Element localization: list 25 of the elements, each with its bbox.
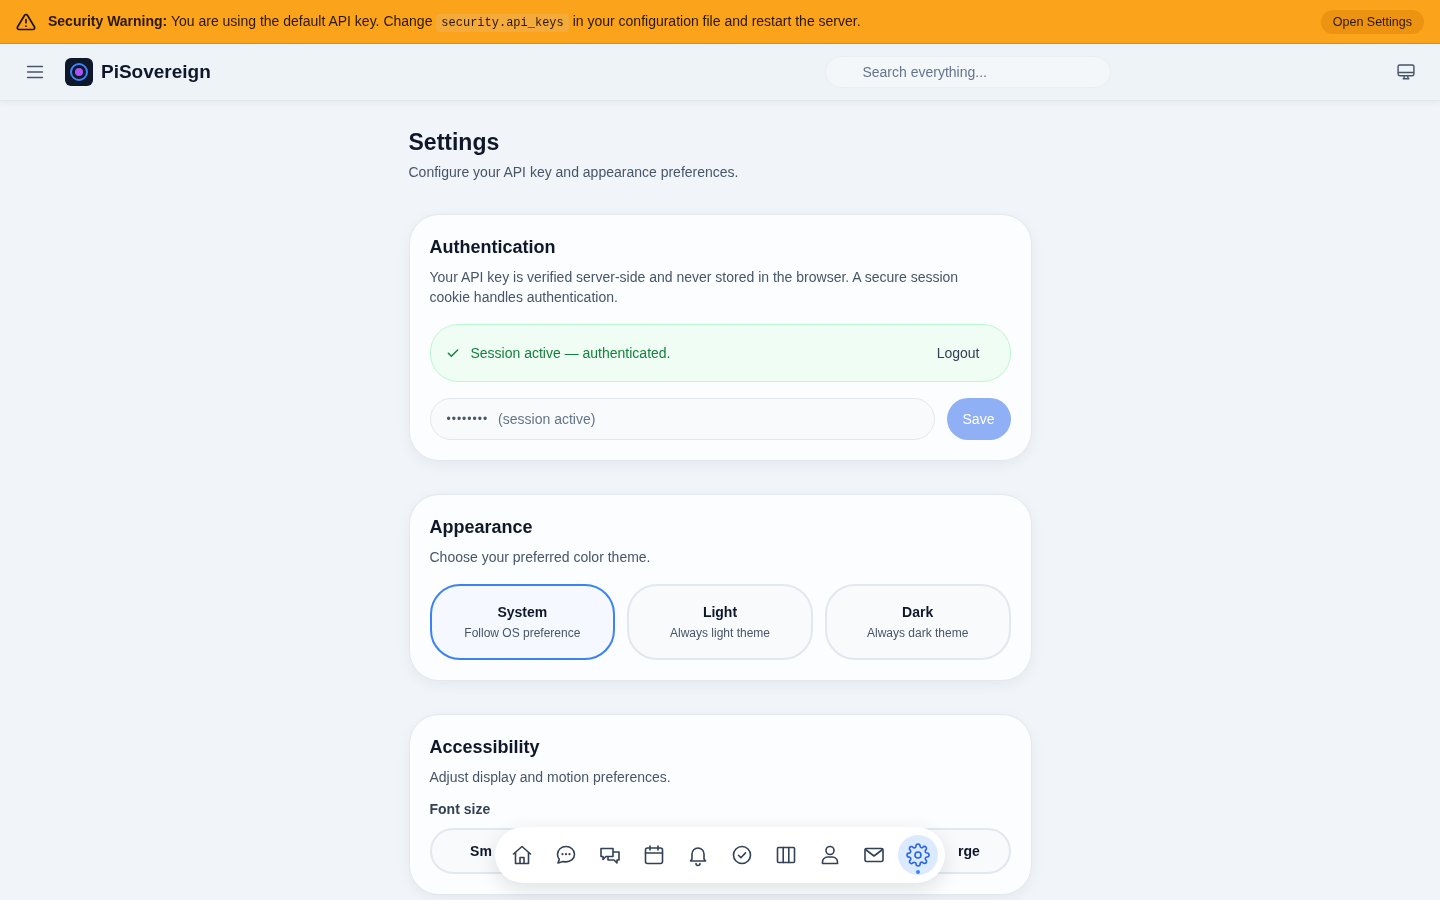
open-settings-button[interactable]: Open Settings — [1320, 9, 1424, 34]
font-size-label: Font size — [429, 801, 492, 817]
theme-option[interactable]: Dark Always dark theme — [824, 584, 1011, 660]
gear-icon[interactable] — [898, 835, 938, 875]
logo-icon — [65, 58, 93, 86]
section-description: Choose your preferred color theme. — [429, 548, 652, 567]
app-name: PiSovereign — [101, 61, 211, 83]
masked-key: •••••••• — [446, 412, 489, 426]
section-description: Your API key is verified server-side and never stored in the browser. A secure session cookie handles authentication. — [429, 268, 960, 307]
warning-icon — [16, 11, 36, 32]
section-title: Appearance — [429, 517, 534, 538]
monitor-icon[interactable] — [1396, 62, 1416, 82]
page-title: Settings — [408, 129, 501, 156]
logout-button[interactable]: Logout — [930, 344, 986, 362]
session-message: Session active — authenticated. — [470, 345, 671, 361]
section-title: Accessibility — [429, 737, 541, 758]
section-description: Adjust display and motion preferences. — [429, 768, 672, 787]
warning-message: Security Warning: You are using the default API key. Change security.api_keys in your configuration file and restart the server. — [48, 13, 862, 30]
api-key-input[interactable]: (session active) — [496, 410, 918, 428]
search-field[interactable]: Search everything... — [825, 56, 1112, 88]
page-subtitle: Configure your API key and appearance preferences. — [408, 164, 740, 180]
api-key-field[interactable]: •••••••• (session active) — [429, 398, 935, 440]
section-title: Authentication — [429, 237, 557, 258]
theme-option[interactable]: System Follow OS preference — [429, 584, 616, 660]
theme-option[interactable]: Light Always light theme — [627, 584, 813, 660]
